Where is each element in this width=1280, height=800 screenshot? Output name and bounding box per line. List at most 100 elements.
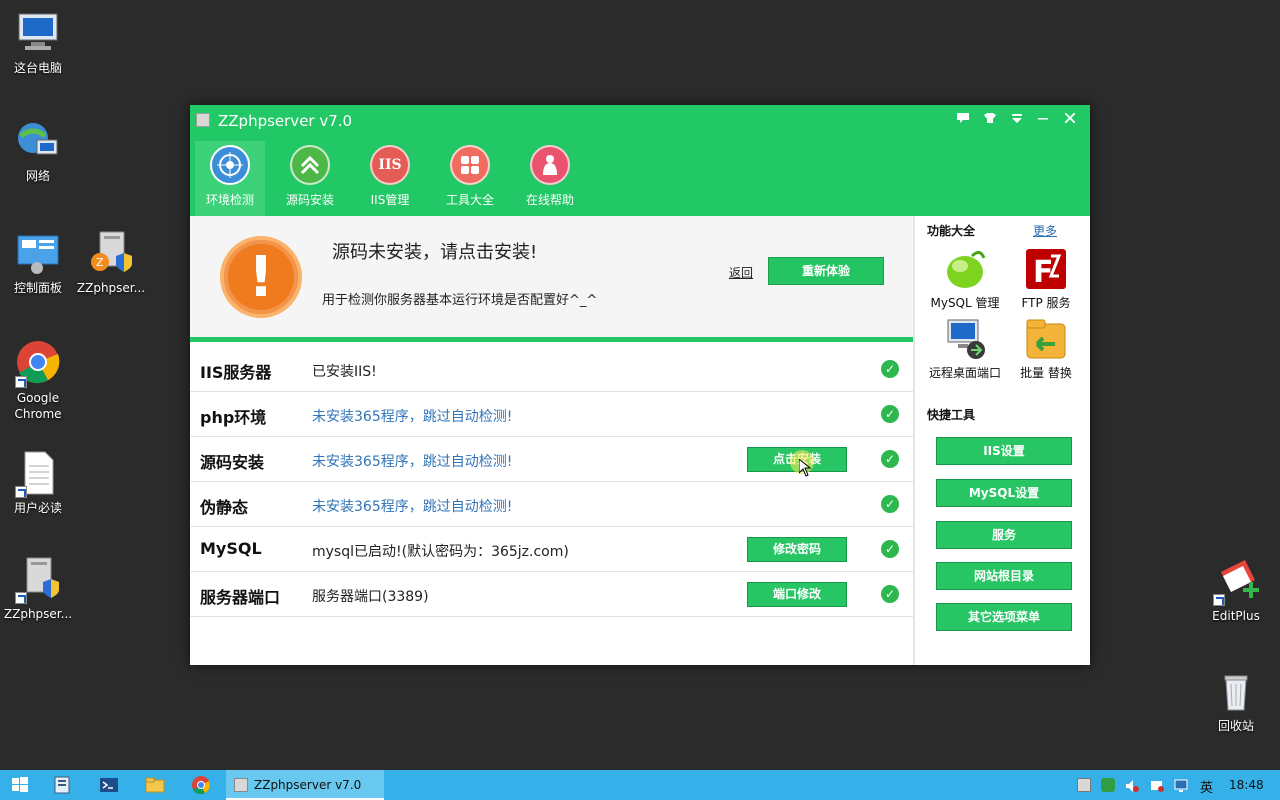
other-options-button[interactable]: 其它选项菜单 xyxy=(936,603,1072,631)
check-value: 服务器端口(3389) xyxy=(312,589,429,605)
tool-label: 批量 替换 xyxy=(1020,366,1072,380)
desktop-icon-zzphpserver[interactable]: Z ZZphpser... xyxy=(73,230,149,296)
web-root-button[interactable]: 网站根目录 xyxy=(936,562,1072,590)
check-row-mysql: MySQL mysql已启动!(默认密码为：365jz.com) 修改密码 ✓ xyxy=(190,527,913,572)
tray-network-icon[interactable] xyxy=(1101,778,1115,792)
powershell-icon[interactable] xyxy=(99,775,119,795)
main-window: ZZphpserver v7.0 环境检测 源码安装 IIS IIS管理 工具大… xyxy=(190,105,1090,665)
desktop-icon-control-panel[interactable]: 控制面板 xyxy=(0,230,76,296)
tools-grid-icon xyxy=(450,145,490,185)
check-value: 未安装365程序，跳过自动检测! xyxy=(312,454,513,470)
taskbar-app-label: ZZphpserver v7.0 xyxy=(254,778,362,792)
tab-online-help[interactable]: 在线帮助 xyxy=(515,141,585,216)
check-name: MySQL xyxy=(200,539,262,558)
env-check-panel: ! 源码未安装，请点击安装! 用于检测你服务器基本运行环境是否配置好^_^ 返回… xyxy=(190,216,913,665)
mysql-icon xyxy=(942,246,988,292)
windows-start-icon[interactable] xyxy=(10,775,30,795)
check-name: 服务器端口 xyxy=(200,588,281,607)
shortcut-arrow-icon xyxy=(1213,594,1225,606)
desktop-icon-this-pc[interactable]: 这台电脑 xyxy=(0,10,76,76)
tab-label: 环境检测 xyxy=(205,193,254,207)
tray-volume-muted-icon[interactable] xyxy=(1125,778,1139,792)
change-port-button[interactable]: 端口修改 xyxy=(747,582,847,607)
help-person-icon xyxy=(530,145,570,185)
check-ok-icon: ✓ xyxy=(881,540,899,558)
check-row-rewrite: 伪静态 未安装365程序，跳过自动检测! ✓ xyxy=(190,482,913,527)
tray-monitor-icon[interactable] xyxy=(1174,778,1188,792)
mysql-settings-button[interactable]: MySQL设置 xyxy=(936,479,1072,507)
notice-title: 源码未安装，请点击安装! xyxy=(332,242,538,263)
tab-tools[interactable]: 工具大全 xyxy=(435,141,505,216)
quick-tools-title: 快捷工具 xyxy=(927,408,976,422)
check-name: IIS服务器 xyxy=(200,363,272,382)
shortcut-arrow-icon xyxy=(15,486,27,498)
taskbar: ZZphpserver v7.0 英 18:48 xyxy=(0,770,1280,800)
tray-server-icon[interactable] xyxy=(1077,778,1091,792)
check-ok-icon: ✓ xyxy=(881,360,899,378)
check-ok-icon: ✓ xyxy=(881,495,899,513)
message-icon[interactable] xyxy=(952,109,974,127)
desktop-icon-chrome[interactable]: Google Chrome xyxy=(0,340,76,422)
tool-mysql-manage[interactable]: MySQL 管理 xyxy=(922,246,1008,311)
check-name: 伪静态 xyxy=(200,498,249,517)
tool-label: MySQL 管理 xyxy=(930,296,1000,310)
taskbar-app-icon xyxy=(234,778,248,792)
shortcut-arrow-icon xyxy=(15,376,27,388)
tool-label: 远程桌面端口 xyxy=(928,366,1001,380)
back-link[interactable]: 返回 xyxy=(729,264,753,281)
more-link[interactable]: 更多 xyxy=(1033,222,1057,239)
tab-label: IIS管理 xyxy=(370,193,410,207)
svg-text:F: F xyxy=(1033,255,1054,290)
main-tabs: 环境检测 源码安装 IIS IIS管理 工具大全 在线帮助 xyxy=(195,141,595,216)
tab-env-check[interactable]: 环境检测 xyxy=(195,141,265,216)
chrome-label: Google Chrome xyxy=(14,391,62,421)
file-explorer-icon[interactable] xyxy=(145,775,165,795)
source-install-icon xyxy=(290,145,330,185)
desktop-icon-recycle-bin[interactable]: 回收站 xyxy=(1198,668,1274,734)
tool-remote-desktop[interactable]: 远程桌面端口 xyxy=(922,316,1008,381)
close-icon[interactable] xyxy=(1059,109,1081,127)
taskbar-app-zzphpserver[interactable]: ZZphpserver v7.0 xyxy=(226,770,384,800)
tray-alert-icon[interactable] xyxy=(1150,778,1164,792)
desktop-icon-editplus[interactable]: EditPlus xyxy=(1198,558,1274,624)
tool-batch-replace[interactable]: 批量 替换 xyxy=(1003,316,1089,381)
server-manager-icon[interactable] xyxy=(52,775,72,795)
tab-source-install[interactable]: 源码安装 xyxy=(275,141,345,216)
chrome-taskbar-icon[interactable] xyxy=(191,775,211,795)
tab-iis-manage[interactable]: IIS IIS管理 xyxy=(355,141,425,216)
menu-icon[interactable] xyxy=(1006,109,1028,127)
iis-settings-button[interactable]: IIS设置 xyxy=(936,437,1072,465)
check-ok-icon: ✓ xyxy=(881,450,899,468)
skin-icon[interactable] xyxy=(979,109,1001,127)
minimize-icon[interactable] xyxy=(1032,109,1054,127)
status-notice: ! 源码未安装，请点击安装! 用于检测你服务器基本运行环境是否配置好^_^ 返回… xyxy=(190,216,913,342)
editplus-icon xyxy=(1213,558,1259,606)
desktop-icon-network[interactable]: 网络 xyxy=(0,118,76,184)
check-row-iis: IIS服务器 已安装IIS! ✓ xyxy=(190,347,913,392)
filezilla-icon: F xyxy=(1023,246,1069,292)
iis-icon: IIS xyxy=(370,145,410,185)
tool-ftp-service[interactable]: F FTP 服务 xyxy=(1003,246,1089,311)
check-ok-icon: ✓ xyxy=(881,585,899,603)
mouse-cursor-icon xyxy=(790,450,814,477)
tab-label: 在线帮助 xyxy=(525,193,574,207)
retry-button[interactable]: 重新体验 xyxy=(768,257,884,285)
chrome-icon xyxy=(15,340,61,388)
network-icon xyxy=(15,118,61,164)
clock[interactable]: 18:48 xyxy=(1229,778,1264,792)
change-password-button[interactable]: 修改密码 xyxy=(747,537,847,562)
batch-replace-icon xyxy=(1023,316,1069,362)
document-icon xyxy=(15,450,61,498)
desktop-icon-zzphpserver-2[interactable]: ZZphpser... xyxy=(0,556,76,622)
ime-indicator[interactable]: 英 xyxy=(1200,777,1213,796)
desktop-icon-user-readme[interactable]: 用户必读 xyxy=(0,450,76,516)
tab-label: 源码安装 xyxy=(285,193,334,207)
services-button[interactable]: 服务 xyxy=(936,521,1072,549)
check-value: 未安装365程序，跳过自动检测! xyxy=(312,409,513,425)
check-value: 已安装IIS! xyxy=(312,364,377,380)
check-row-port: 服务器端口 服务器端口(3389) 端口修改 ✓ xyxy=(190,572,913,617)
functions-title: 功能大全 xyxy=(927,224,976,238)
app-logo-icon xyxy=(196,113,210,127)
zzphpserver-icon xyxy=(15,556,61,604)
check-ok-icon: ✓ xyxy=(881,405,899,423)
